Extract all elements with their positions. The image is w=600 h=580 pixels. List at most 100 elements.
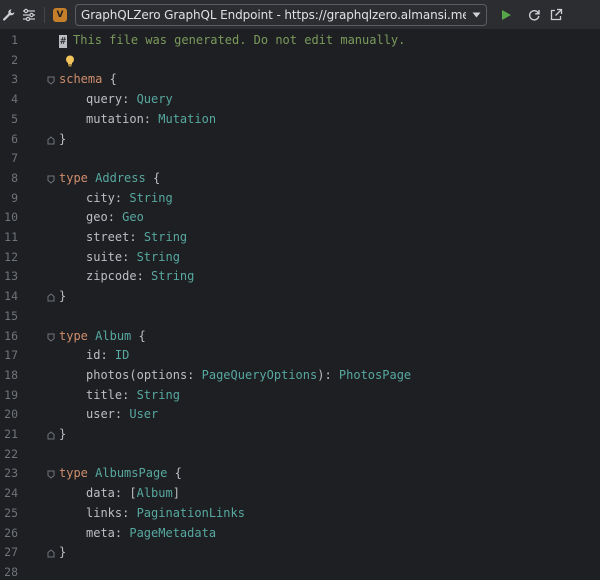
code-text: type AlbumsPage { <box>59 464 182 484</box>
field-name: title <box>86 387 123 402</box>
line-number: 6 <box>11 131 18 146</box>
code-line: 19 title: String <box>0 386 600 406</box>
field-type: Mutation <box>158 111 217 126</box>
fold-end-icon[interactable] <box>47 431 55 440</box>
line-number: 13 <box>4 269 18 284</box>
field-type: String <box>151 269 195 284</box>
field-name: meta <box>86 525 115 540</box>
line-number: 4 <box>11 92 18 107</box>
code-text: mutation: Mutation <box>86 111 217 126</box>
fold-end-icon[interactable] <box>47 549 55 558</box>
line-number: 8 <box>11 170 18 185</box>
code-line: 6} <box>0 130 600 150</box>
line-number: 25 <box>4 505 18 520</box>
fold-start-icon[interactable] <box>47 76 55 86</box>
run-icon[interactable] <box>497 6 515 24</box>
field-name: query <box>86 92 123 107</box>
field-type: String <box>136 387 180 402</box>
code-line: 12 suite: String <box>0 248 600 268</box>
code-line: 11 street: String <box>0 228 600 248</box>
fold-start-icon[interactable] <box>47 333 55 342</box>
toolbar-separator <box>44 7 45 23</box>
code-text: title: String <box>86 387 180 402</box>
refresh-icon[interactable] <box>525 6 543 24</box>
type-name: AlbumsPage <box>95 466 168 481</box>
keyword: type <box>59 170 88 185</box>
code-line: 10 geo: Geo <box>0 208 600 228</box>
close-brace: } <box>59 131 67 146</box>
field-name: data <box>86 486 115 501</box>
fold-end-icon[interactable] <box>47 293 55 302</box>
fold-start-icon[interactable] <box>47 470 55 480</box>
code-text: type Address { <box>59 169 160 189</box>
open-external-icon[interactable] <box>547 6 565 24</box>
line-number: 1 <box>11 33 18 47</box>
line-number: 19 <box>4 387 18 402</box>
dropdown-arrow-icon[interactable] <box>466 12 486 18</box>
field-type: PhotosPage <box>338 367 412 382</box>
code-line: 27} <box>0 543 600 563</box>
line-number: 17 <box>4 348 18 363</box>
code-line: 1 # This file was generated. Do not edit m… <box>0 31 600 51</box>
line-number: 10 <box>4 210 18 225</box>
code-text: photos(options: PageQueryOptions): Photo… <box>86 367 412 382</box>
line-number: 27 <box>4 545 18 560</box>
argument-type: PageQueryOptions <box>201 367 318 382</box>
code-line: 21} <box>0 425 600 445</box>
code-line: 22 <box>0 445 600 465</box>
close-brace: } <box>59 545 67 560</box>
code-text: city: String <box>86 190 173 205</box>
keyword: type <box>59 466 88 481</box>
code-text: meta: PageMetadata <box>86 525 217 540</box>
open-brace: { <box>102 72 117 87</box>
field-type: User <box>129 407 159 422</box>
code-text: type Album { <box>59 327 146 347</box>
code-line: 17 id: ID <box>0 346 600 366</box>
toolbar: V GraphQLZero GraphQL Endpoint - https:/… <box>0 0 600 30</box>
code-text: suite: String <box>86 249 180 264</box>
code-text: query: Query <box>86 92 173 107</box>
lightbulb-icon[interactable] <box>63 54 77 68</box>
line-number: 22 <box>4 446 18 461</box>
code-line: 23 type AlbumsPage { <box>0 464 600 484</box>
code-line: 15 <box>0 307 600 327</box>
fold-start-icon[interactable] <box>47 175 55 184</box>
line-number: 5 <box>11 111 18 126</box>
code-line: 3 schema { <box>0 70 600 90</box>
endpoint-badge: V <box>53 8 67 22</box>
comment-text: This file was generated. Do not edit man… <box>73 33 406 47</box>
endpoint-selector-label: GraphQLZero GraphQL Endpoint - https://g… <box>81 8 466 22</box>
code-text: zipcode: String <box>86 269 195 284</box>
code-line: 8 type Address { <box>0 169 600 189</box>
code-text: } <box>59 425 66 445</box>
code-line: 26 meta: PageMetadata <box>0 524 600 544</box>
code-text: } <box>59 130 66 150</box>
line-number: 23 <box>4 466 18 481</box>
close-brace: } <box>59 289 67 304</box>
line-number: 14 <box>4 289 18 304</box>
field-name: street <box>86 230 130 244</box>
code-line: 28 <box>0 563 600 580</box>
code-text: geo: Geo <box>86 210 144 225</box>
field-type: Query <box>136 92 173 107</box>
line-number: 11 <box>4 230 18 244</box>
line-number: 3 <box>11 72 18 87</box>
field-name: id <box>86 348 101 363</box>
field-name: zipcode <box>86 269 137 284</box>
code-text: } <box>59 287 66 307</box>
fold-end-icon[interactable] <box>47 135 55 145</box>
code-line: 9 city: String <box>0 189 600 209</box>
settings-sliders-icon[interactable] <box>20 6 38 24</box>
code-line: 16 type Album { <box>0 327 600 347</box>
field-type: Album <box>136 486 173 501</box>
code-line: 25 links: PaginationLinks <box>0 504 600 524</box>
endpoint-selector[interactable]: GraphQLZero GraphQL Endpoint - https://g… <box>75 4 487 26</box>
field-name: suite <box>86 249 123 264</box>
wrench-icon[interactable] <box>0 6 18 24</box>
schema-editor[interactable]: 1 # This file was generated. Do not edit m… <box>0 30 600 580</box>
code-text: street: String <box>86 230 188 244</box>
field-name: links <box>86 505 123 520</box>
line-number: 9 <box>11 190 18 205</box>
field-type: String <box>136 249 180 264</box>
code-line: 20 user: User <box>0 405 600 425</box>
